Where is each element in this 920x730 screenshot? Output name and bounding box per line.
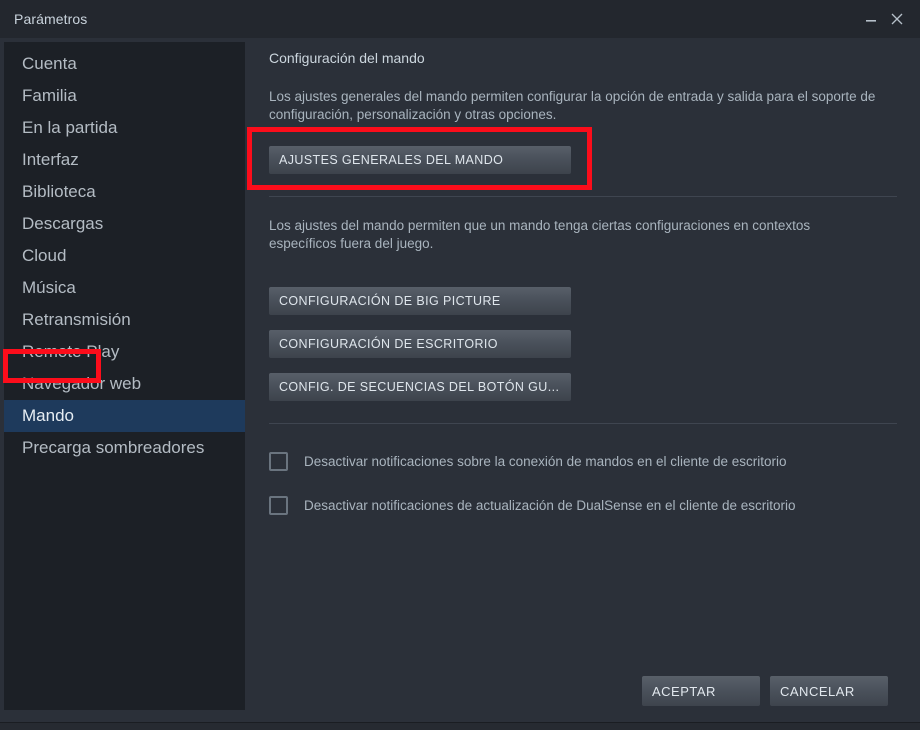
sidebar-item-label: Familia bbox=[22, 86, 77, 105]
sidebar-item-label: Retransmisión bbox=[22, 310, 131, 329]
sidebar-item-musica[interactable]: Música bbox=[4, 272, 245, 304]
sidebar-item-label: En la partida bbox=[22, 118, 118, 137]
sidebar-item-biblioteca[interactable]: Biblioteca bbox=[4, 176, 245, 208]
sidebar-item-en-la-partida[interactable]: En la partida bbox=[4, 112, 245, 144]
big-picture-configuration-button[interactable]: CONFIGURACIÓN DE BIG PICTURE bbox=[269, 287, 571, 315]
window-title: Parámetros bbox=[14, 11, 88, 27]
checkbox-label: Desactivar notificaciones de actualizaci… bbox=[304, 497, 796, 513]
notification-checkbox-group: Desactivar notificaciones sobre la conex… bbox=[269, 450, 886, 516]
sidebar-item-label: Remote Play bbox=[22, 342, 120, 361]
sidebar-item-remote-play[interactable]: Remote Play bbox=[4, 336, 245, 368]
sidebar-item-descargas[interactable]: Descargas bbox=[4, 208, 245, 240]
controller-context-description: Los ajustes del mando permiten que un ma… bbox=[269, 218, 811, 251]
sidebar-item-label: Cuenta bbox=[22, 54, 77, 73]
page-title: Configuración del mando bbox=[269, 50, 425, 66]
sidebar-item-label: Mando bbox=[22, 406, 74, 425]
settings-window: Parámetros Cuenta Familia En la partida … bbox=[0, 0, 920, 722]
sidebar-item-label: Descargas bbox=[22, 214, 104, 233]
divider-bottom bbox=[269, 423, 897, 424]
sidebar-item-interfaz[interactable]: Interfaz bbox=[4, 144, 245, 176]
sidebar-item-label: Música bbox=[22, 278, 76, 297]
sidebar-item-precarga-sombreadores[interactable]: Precarga sombreadores bbox=[4, 432, 245, 464]
controller-connection-notification-checkbox[interactable] bbox=[269, 451, 288, 471]
desktop-configuration-button[interactable]: CONFIGURACIÓN DE ESCRITORIO bbox=[269, 330, 571, 358]
window-titlebar: Parámetros bbox=[0, 0, 920, 38]
checkbox-row-dualsense-update[interactable]: Desactivar notificaciones de actualizaci… bbox=[269, 494, 886, 516]
controller-general-description: Los ajustes generales del mando permiten… bbox=[269, 89, 876, 122]
sidebar-item-navegador-web[interactable]: Navegador web bbox=[4, 368, 245, 400]
window-body: Cuenta Familia En la partida Interfaz Bi… bbox=[0, 38, 920, 710]
sidebar-item-label: Biblioteca bbox=[22, 182, 96, 201]
sidebar-item-label: Cloud bbox=[22, 246, 67, 265]
dualsense-update-notification-checkbox[interactable] bbox=[269, 495, 288, 515]
guide-button-chords-button[interactable]: CONFIG. DE SECUENCIAS DEL BOTÓN GU... bbox=[269, 373, 571, 401]
sidebar-item-cloud[interactable]: Cloud bbox=[4, 240, 245, 272]
sidebar-item-familia[interactable]: Familia bbox=[4, 80, 245, 112]
sidebar-item-retransmision[interactable]: Retransmisión bbox=[4, 304, 245, 336]
general-controller-settings-button[interactable]: AJUSTES GENERALES DEL MANDO bbox=[269, 146, 571, 174]
background-window-sliver bbox=[0, 722, 920, 730]
checkbox-label: Desactivar notificaciones sobre la conex… bbox=[304, 453, 787, 469]
accept-button[interactable]: ACEPTAR bbox=[642, 676, 760, 706]
sidebar-item-mando[interactable]: Mando bbox=[4, 400, 245, 432]
divider-top bbox=[269, 196, 897, 197]
sidebar-item-label: Precarga sombreadores bbox=[22, 438, 205, 457]
close-icon[interactable] bbox=[884, 6, 910, 32]
settings-content-panel: Configuración del mando Los ajustes gene… bbox=[245, 38, 920, 668]
sidebar-item-label: Navegador web bbox=[22, 374, 142, 393]
checkbox-row-controller-connection[interactable]: Desactivar notificaciones sobre la conex… bbox=[269, 450, 886, 472]
settings-sidebar: Cuenta Familia En la partida Interfaz Bi… bbox=[4, 42, 245, 710]
sidebar-item-label: Interfaz bbox=[22, 150, 79, 169]
cancel-button[interactable]: CANCELAR bbox=[770, 676, 888, 706]
sidebar-item-cuenta[interactable]: Cuenta bbox=[4, 48, 245, 80]
minimize-icon[interactable] bbox=[858, 6, 884, 32]
